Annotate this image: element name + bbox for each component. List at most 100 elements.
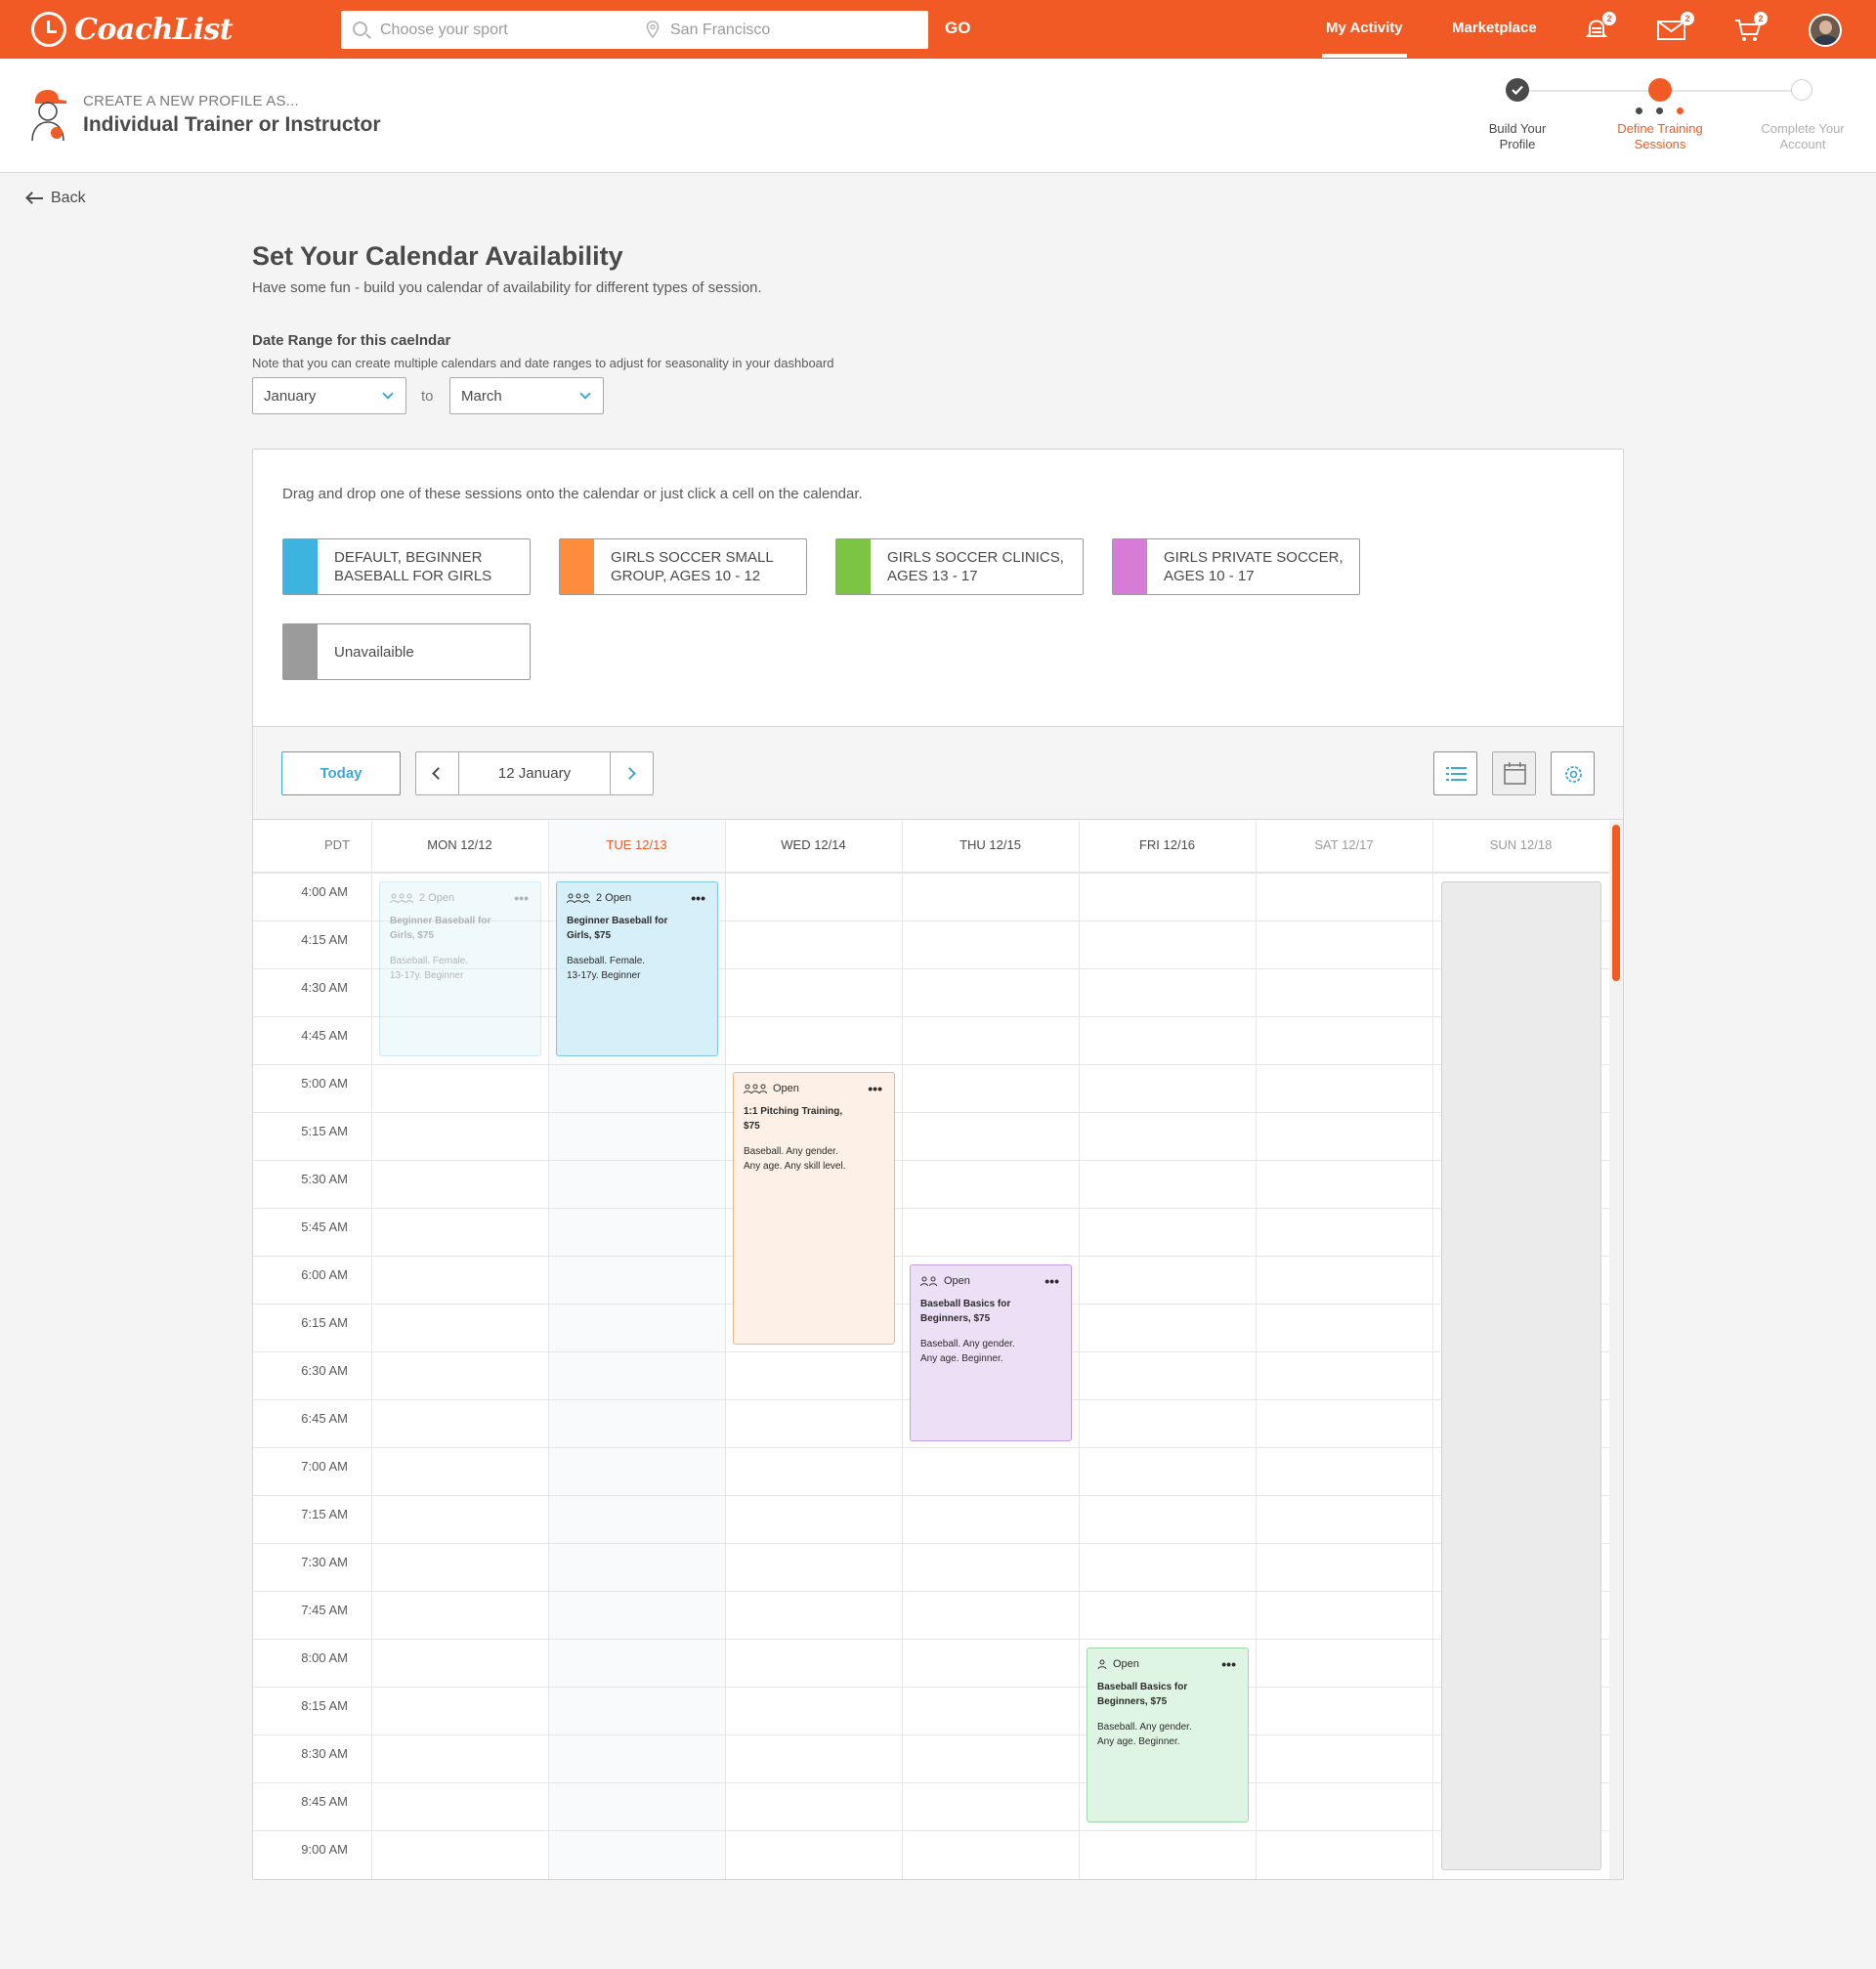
more-options-icon[interactable]: ••• <box>514 890 529 906</box>
to-label: to <box>421 388 434 405</box>
calendar-event[interactable]: 2 Open ••• Beginner Baseball for Girls, $… <box>379 881 541 1056</box>
time-row-line <box>253 1208 1609 1209</box>
session-type-chip[interactable]: GIRLS PRIVATE SOCCER, AGES 10 - 17 <box>1112 538 1360 595</box>
calendar-event[interactable]: Open ••• Baseball Basics for Beginners, $… <box>910 1264 1072 1441</box>
calendar-view-button[interactable] <box>1492 751 1536 795</box>
time-label: 5:30 AM <box>301 1172 348 1186</box>
cart-button[interactable]: 2 <box>1732 12 1768 45</box>
day-header-mon[interactable]: MON 12/12 <box>371 837 548 852</box>
arrow-left-icon <box>27 197 43 199</box>
gear-icon <box>1565 766 1582 783</box>
calendar-event[interactable]: Open ••• Baseball Basics for Beginners, $… <box>1087 1648 1249 1822</box>
time-row-line <box>253 1782 1609 1783</box>
time-row-line <box>253 1687 1609 1688</box>
from-month-value: January <box>264 388 317 405</box>
time-row-line <box>253 1447 1609 1448</box>
event-title: Baseball Basics for Beginners, $75 <box>1097 1682 1188 1707</box>
session-color-swatch <box>283 539 318 594</box>
time-row-line <box>253 873 1609 874</box>
more-options-icon[interactable]: ••• <box>691 890 705 906</box>
messages-badge: 2 <box>1681 12 1694 25</box>
group-icon <box>567 893 590 904</box>
sport-search-input[interactable]: Choose your sport <box>380 21 508 39</box>
time-label: 8:15 AM <box>301 1698 348 1713</box>
more-options-icon[interactable]: ••• <box>1221 1656 1236 1672</box>
nav-my-activity[interactable]: My Activity <box>1322 20 1407 58</box>
step-3-label: Complete Your Account <box>1761 121 1845 151</box>
time-row-line <box>253 1495 1609 1496</box>
current-date-label: 12 January <box>497 765 572 782</box>
to-month-select[interactable]: March <box>449 377 604 414</box>
event-spots: 2 Open <box>567 891 707 905</box>
search-bar: Choose your sport San Francisco <box>341 11 928 49</box>
step-progress-dot <box>1656 107 1663 114</box>
day-header-sat[interactable]: SAT 12/17 <box>1256 837 1432 852</box>
calendar-event[interactable]: 2 Open ••• Beginner Baseball for Girls, $… <box>556 881 718 1056</box>
messages-button[interactable]: 2 <box>1655 12 1694 45</box>
pair-icon <box>920 1276 938 1287</box>
settings-button[interactable] <box>1551 751 1595 795</box>
user-avatar[interactable] <box>1809 14 1842 47</box>
chevron-down-icon <box>382 388 394 400</box>
column-divider <box>902 821 903 1879</box>
day-header-sun[interactable]: SUN 12/18 <box>1432 837 1609 852</box>
time-label: 7:00 AM <box>301 1459 348 1474</box>
step-2-current[interactable] <box>1648 78 1672 102</box>
day-header-tue-today[interactable]: TUE 12/13 <box>548 837 725 852</box>
event-details: Baseball. Female. 13-17y. Beginner <box>390 956 469 981</box>
step-1-label: Build Your Profile <box>1488 121 1547 151</box>
more-options-icon[interactable]: ••• <box>868 1081 882 1096</box>
session-type-chip[interactable]: DEFAULT, BEGINNER BASEBALL FOR GIRLS <box>282 538 531 595</box>
prev-week-button[interactable] <box>416 752 459 794</box>
coachlist-logo[interactable]: CoachList <box>31 10 234 49</box>
event-title: 1:1 Pitching Training, $75 <box>744 1106 843 1132</box>
step-3-todo[interactable] <box>1791 79 1812 101</box>
profile-create-as: CREATE A NEW PROFILE AS... <box>83 93 299 109</box>
more-options-icon[interactable]: ••• <box>1045 1273 1059 1289</box>
session-type-label: GIRLS PRIVATE SOCCER, AGES 10 - 17 <box>1164 549 1343 584</box>
cart-badge: 2 <box>1754 12 1768 25</box>
event-spots: Open <box>744 1082 884 1095</box>
nav-marketplace[interactable]: Marketplace <box>1452 20 1537 36</box>
step-2-label: Define Training Sessions <box>1617 121 1703 151</box>
day-header-wed[interactable]: WED 12/14 <box>725 837 902 852</box>
day-header-fri[interactable]: FRI 12/16 <box>1079 837 1256 852</box>
today-button[interactable]: Today <box>281 751 401 795</box>
list-view-button[interactable] <box>1433 751 1477 795</box>
location-input[interactable]: San Francisco <box>670 21 770 39</box>
time-row-line <box>253 1543 1609 1544</box>
next-week-button[interactable] <box>610 752 653 794</box>
list-icon <box>1446 767 1467 781</box>
session-type-label: DEFAULT, BEGINNER BASEBALL FOR GIRLS <box>334 549 492 584</box>
event-title: Beginner Baseball for Girls, $75 <box>390 916 491 941</box>
time-label: 6:00 AM <box>301 1267 348 1282</box>
time-label: 4:15 AM <box>301 932 348 947</box>
go-button[interactable]: GO <box>945 19 970 38</box>
event-title: Baseball Basics for Beginners, $75 <box>920 1299 1011 1324</box>
time-label: 9:00 AM <box>301 1842 348 1857</box>
from-month-select[interactable]: January <box>252 377 406 414</box>
stopwatch-icon <box>31 12 66 47</box>
time-label: 4:00 AM <box>301 884 348 899</box>
scrollbar-thumb[interactable] <box>1612 825 1620 981</box>
session-type-chip[interactable]: GIRLS SOCCER CLINICS, AGES 13 - 17 <box>835 538 1084 595</box>
session-type-chip-unavailable[interactable]: Unavailaible <box>282 623 531 680</box>
back-link[interactable]: Back <box>27 190 86 207</box>
step-connector <box>1660 90 1803 92</box>
time-label: 7:30 AM <box>301 1555 348 1569</box>
column-divider <box>548 821 549 1879</box>
time-label: 5:45 AM <box>301 1220 348 1234</box>
column-divider <box>371 821 372 1879</box>
calendar-event[interactable]: Open ••• 1:1 Pitching Training, $75 Baseb… <box>733 1072 895 1345</box>
step-1-complete-check-icon[interactable] <box>1506 78 1529 102</box>
unavailable-block[interactable] <box>1441 881 1601 1870</box>
session-color-swatch <box>283 624 318 679</box>
column-divider <box>1079 821 1080 1879</box>
time-row-line <box>253 1591 1609 1592</box>
step-progress-dot <box>1636 107 1642 114</box>
day-header-thu[interactable]: THU 12/15 <box>902 837 1079 852</box>
profile-type: Individual Trainer or Instructor <box>83 113 381 136</box>
session-type-chip[interactable]: GIRLS SOCCER SMALL GROUP, AGES 10 - 12 <box>559 538 807 595</box>
time-label: 8:45 AM <box>301 1794 348 1809</box>
notifications-button[interactable]: 2 <box>1581 12 1616 45</box>
